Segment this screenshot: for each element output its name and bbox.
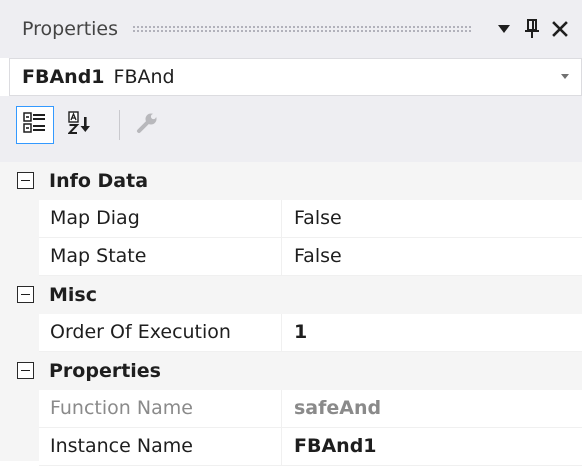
collapse-icon[interactable] — [17, 172, 34, 189]
properties-toolbar — [0, 96, 582, 162]
panel-title: Properties — [22, 18, 119, 40]
collapse-icon[interactable] — [17, 286, 34, 303]
property-grid: Info Data Map Diag False Map State False… — [0, 162, 582, 466]
property-name: Order Of Execution — [39, 314, 282, 352]
property-name: Instance Name — [39, 428, 282, 466]
category-label: Info Data — [49, 170, 149, 192]
selected-object-name: FBAnd1 — [22, 66, 105, 88]
categorized-icon — [23, 111, 47, 139]
panel-title-bar[interactable]: Properties — [0, 0, 582, 58]
property-value[interactable]: FBAnd1 — [282, 428, 582, 466]
property-value: safeAnd — [282, 390, 582, 428]
alphabetical-view-button[interactable] — [62, 106, 100, 144]
collapse-icon[interactable] — [17, 362, 34, 379]
category-misc[interactable]: Misc — [0, 276, 582, 314]
categorized-view-button[interactable] — [16, 106, 54, 144]
property-pages-button[interactable] — [128, 106, 166, 144]
property-name: Map State — [39, 238, 282, 276]
property-value[interactable]: False — [282, 200, 582, 238]
category-info-data[interactable]: Info Data — [0, 162, 582, 200]
pin-icon[interactable] — [518, 12, 546, 46]
property-value[interactable]: 1 — [282, 314, 582, 352]
property-name: Map Diag — [39, 200, 282, 238]
drag-grip[interactable] — [132, 25, 472, 33]
toolbar-separator — [119, 110, 120, 140]
property-name: Function Name — [39, 390, 282, 428]
category-properties[interactable]: Properties — [0, 352, 582, 390]
properties-panel: Properties FBAnd1 FBAnd Info Data Map Di… — [0, 0, 582, 466]
property-row-map-state[interactable]: Map State False — [0, 238, 582, 276]
property-row-instance-name[interactable]: Instance Name FBAnd1 — [0, 428, 582, 466]
wrench-icon — [135, 111, 159, 139]
dropdown-arrow-icon[interactable] — [490, 12, 518, 46]
category-label: Properties — [49, 360, 161, 382]
category-label: Misc — [49, 284, 97, 306]
sort-az-icon — [67, 111, 94, 139]
property-row-order-of-execution[interactable]: Order Of Execution 1 — [0, 314, 582, 352]
property-row-function-name[interactable]: Function Name safeAnd — [0, 390, 582, 428]
property-row-map-diag[interactable]: Map Diag False — [0, 200, 582, 238]
property-value[interactable]: False — [282, 238, 582, 276]
object-selector[interactable]: FBAnd1 FBAnd — [9, 58, 582, 96]
chevron-down-icon[interactable] — [561, 74, 569, 79]
close-icon[interactable] — [546, 12, 574, 46]
selected-object-type: FBAnd — [113, 66, 175, 88]
